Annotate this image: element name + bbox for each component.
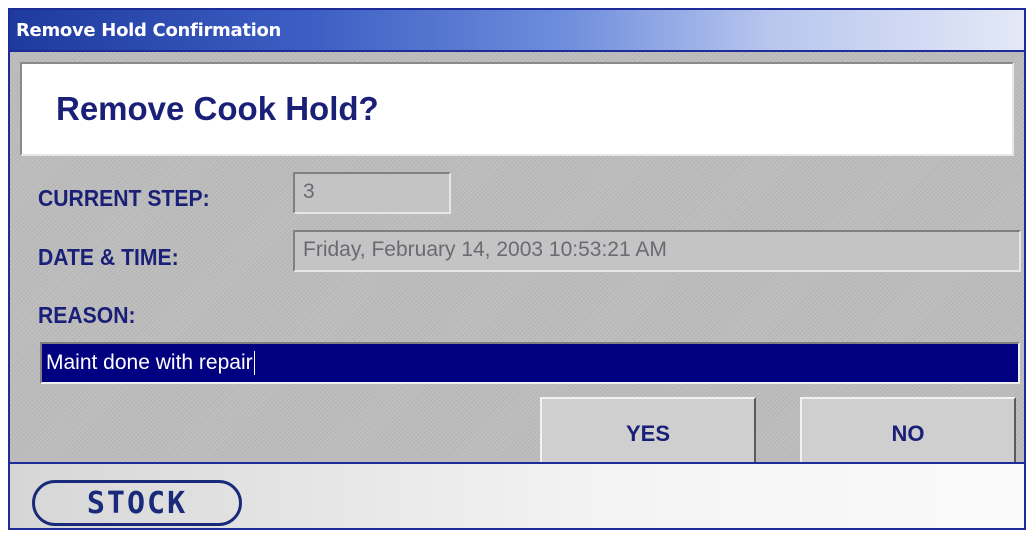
window-title: Remove Hold Confirmation <box>16 20 282 41</box>
text-caret <box>253 351 255 376</box>
date-time-label: DATE & TIME: <box>38 244 179 270</box>
remove-hold-dialog: Remove Hold Confirmation Remove Cook Hol… <box>8 8 1026 530</box>
heading-panel: Remove Cook Hold? <box>20 62 1014 156</box>
reason-input[interactable]: Maint done with repair <box>40 342 1020 384</box>
yes-button[interactable]: YES <box>540 397 756 471</box>
current-step-label: CURRENT STEP: <box>38 185 210 211</box>
stock-logo: STOCK <box>32 480 242 526</box>
dialog-heading: Remove Cook Hold? <box>56 90 379 127</box>
reason-input-text: Maint done with repair <box>46 351 253 374</box>
date-time-field: Friday, February 14, 2003 10:53:21 AM <box>293 230 1021 272</box>
current-step-field: 3 <box>293 172 451 214</box>
reason-label: REASON: <box>38 302 136 328</box>
title-bar[interactable]: Remove Hold Confirmation <box>10 10 1024 52</box>
no-button[interactable]: NO <box>800 397 1016 471</box>
dialog-content: Remove Cook Hold? CURRENT STEP: 3 DATE &… <box>10 52 1024 471</box>
footer-bar: STOCK <box>10 462 1024 528</box>
